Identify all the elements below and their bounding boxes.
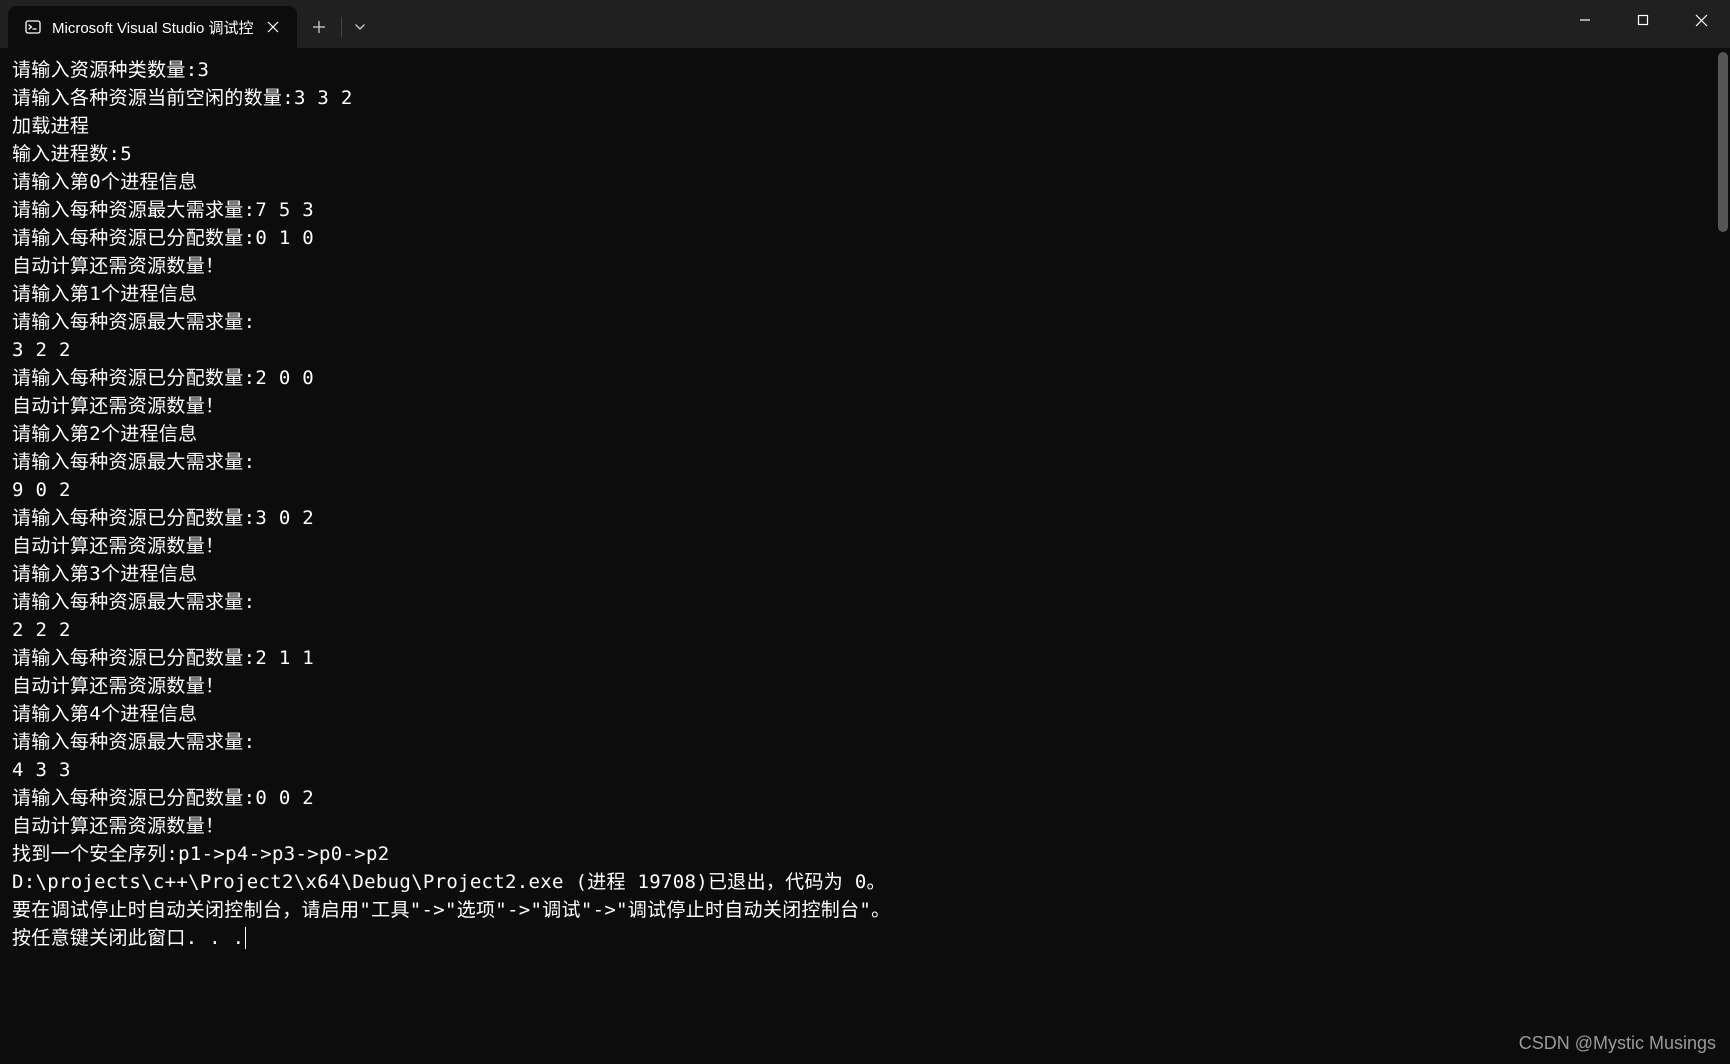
watermark: CSDN @Mystic Musings: [1519, 1033, 1716, 1054]
console-line: 自动计算还需资源数量！: [12, 672, 1718, 700]
console-line: 自动计算还需资源数量！: [12, 252, 1718, 280]
window-controls: [1556, 0, 1730, 40]
minimize-button[interactable]: [1556, 0, 1614, 40]
console-line: 请输入每种资源已分配数量:0 1 0: [12, 224, 1718, 252]
close-window-button[interactable]: [1672, 0, 1730, 40]
console-line: 4 3 3: [12, 756, 1718, 784]
cursor: [245, 927, 246, 949]
console-line: 请输入每种资源已分配数量:3 0 2: [12, 504, 1718, 532]
active-tab[interactable]: Microsoft Visual Studio 调试控: [8, 6, 297, 48]
console-line: 自动计算还需资源数量！: [12, 532, 1718, 560]
console-output[interactable]: 请输入资源种类数量:3请输入各种资源当前空闲的数量:3 3 2加载进程输入进程数…: [0, 48, 1730, 1064]
close-tab-button[interactable]: [263, 17, 283, 37]
console-line: D:\projects\c++\Project2\x64\Debug\Proje…: [12, 868, 1718, 896]
console-line: 请输入第1个进程信息: [12, 280, 1718, 308]
console-line: 请输入每种资源最大需求量:7 5 3: [12, 196, 1718, 224]
console-line: 请输入每种资源最大需求量:: [12, 448, 1718, 476]
console-line: 请输入第4个进程信息: [12, 700, 1718, 728]
tab-dropdown-button[interactable]: [342, 6, 378, 48]
tab-title: Microsoft Visual Studio 调试控: [52, 17, 253, 38]
title-bar: Microsoft Visual Studio 调试控: [0, 0, 1730, 48]
console-line: 请输入每种资源最大需求量:: [12, 588, 1718, 616]
console-line: 请输入每种资源已分配数量:0 0 2: [12, 784, 1718, 812]
console-line: 3 2 2: [12, 336, 1718, 364]
maximize-button[interactable]: [1614, 0, 1672, 40]
console-line: 2 2 2: [12, 616, 1718, 644]
console-line: 请输入第2个进程信息: [12, 420, 1718, 448]
console-line: 按任意键关闭此窗口. . .: [12, 924, 1718, 952]
console-line: 请输入第3个进程信息: [12, 560, 1718, 588]
console-line: 请输入每种资源最大需求量:: [12, 308, 1718, 336]
console-line: 自动计算还需资源数量！: [12, 392, 1718, 420]
console-line: 加载进程: [12, 112, 1718, 140]
console-line: 请输入第0个进程信息: [12, 168, 1718, 196]
console-line: 找到一个安全序列:p1->p4->p3->p0->p2: [12, 840, 1718, 868]
console-line: 自动计算还需资源数量！: [12, 812, 1718, 840]
console-line: 请输入每种资源已分配数量:2 1 1: [12, 644, 1718, 672]
console-line: 9 0 2: [12, 476, 1718, 504]
terminal-icon: [24, 18, 42, 36]
new-tab-button[interactable]: [297, 6, 341, 48]
console-line: 请输入每种资源已分配数量:2 0 0: [12, 364, 1718, 392]
console-line: 要在调试停止时自动关闭控制台，请启用"工具"->"选项"->"调试"->"调试停…: [12, 896, 1718, 924]
scrollbar-thumb[interactable]: [1718, 52, 1728, 232]
console-line: 输入进程数:5: [12, 140, 1718, 168]
console-line: 请输入每种资源最大需求量:: [12, 728, 1718, 756]
console-line: 请输入各种资源当前空闲的数量:3 3 2: [12, 84, 1718, 112]
console-line: 请输入资源种类数量:3: [12, 56, 1718, 84]
